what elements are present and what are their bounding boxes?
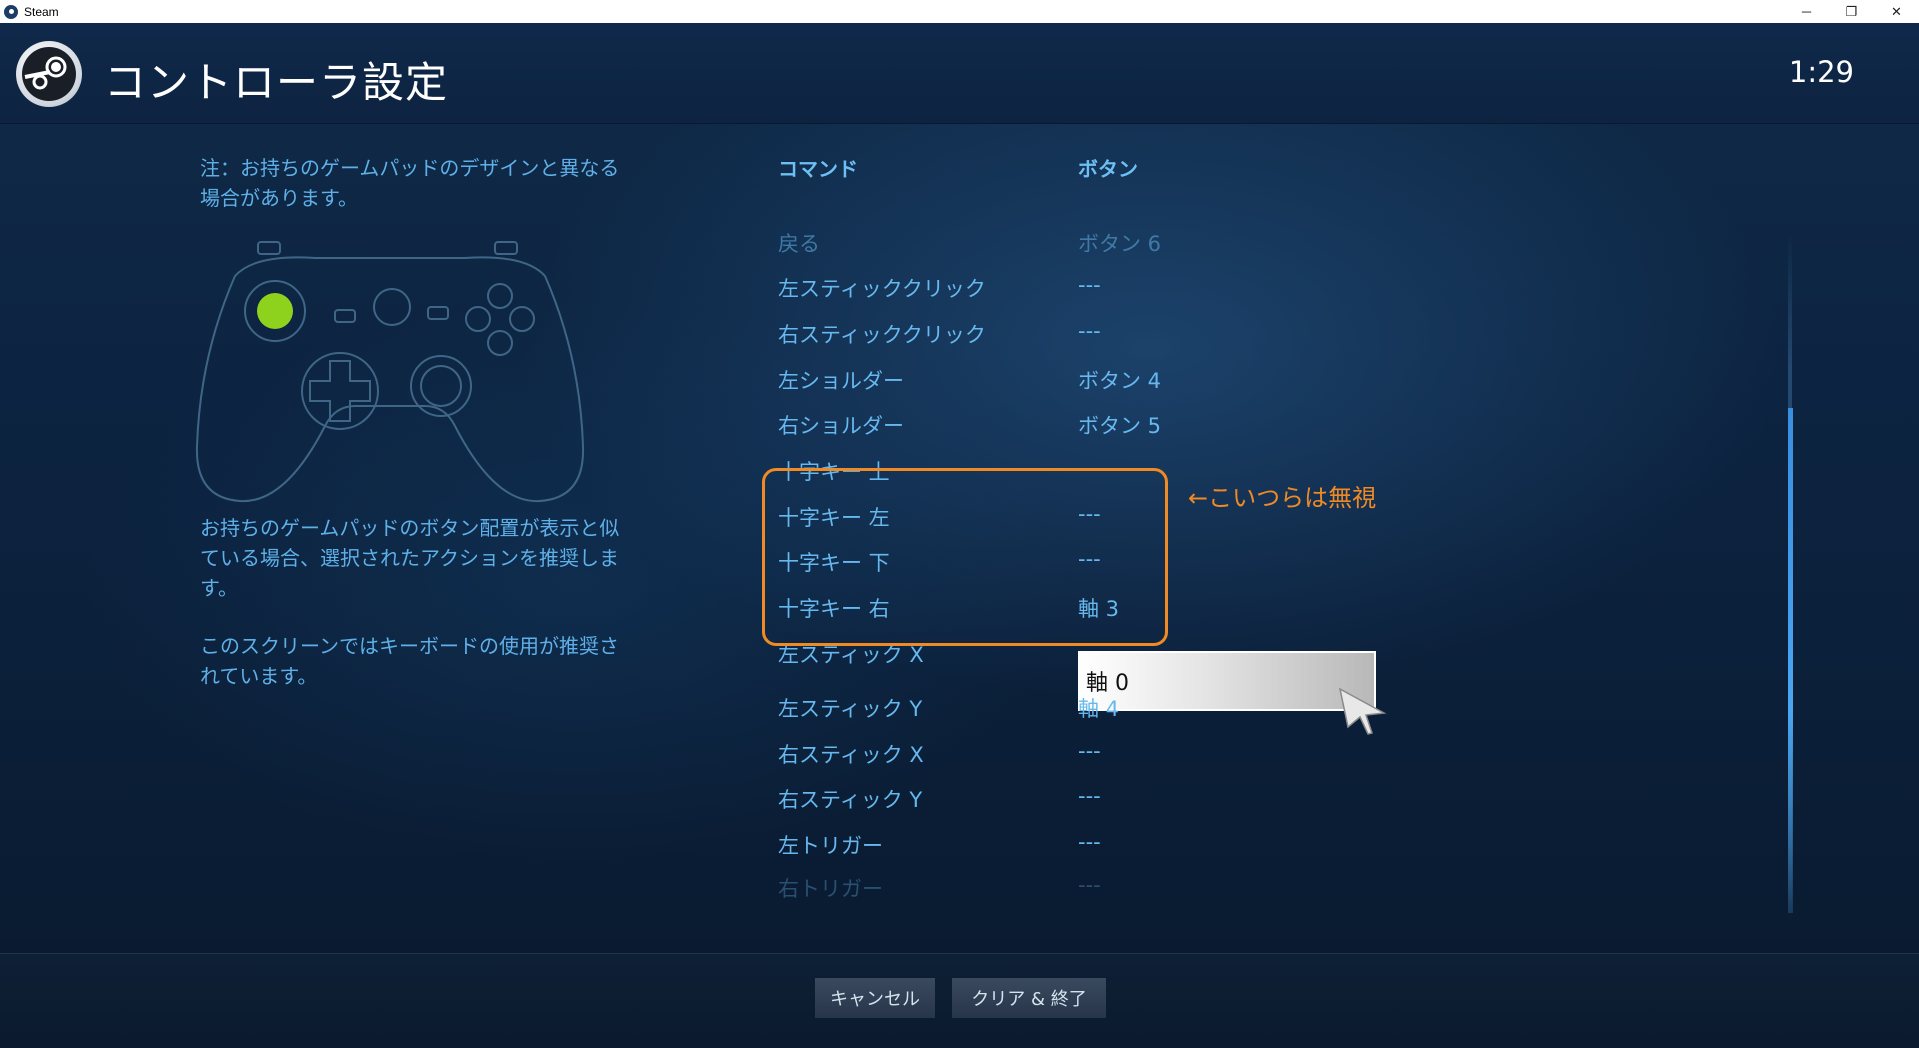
value-left-stick-x-selected[interactable]: 軸 0 [1078,651,1376,711]
window-controls: ─ ❐ ✕ [1784,0,1919,23]
clear-and-exit-button[interactable]: クリア & 終了 [952,978,1106,1018]
command-right-trigger[interactable]: 右トリガー [778,873,883,903]
command-left-shoulder[interactable]: 左ショルダー [778,365,904,395]
command-right-shoulder[interactable]: 右ショルダー [778,410,904,440]
value-left-trigger[interactable]: --- [1078,830,1101,854]
command-left-stick-y[interactable]: 左スティック Y [778,693,922,723]
clock: 1:29 [1788,55,1854,89]
value-right-shoulder[interactable]: ボタン 5 [1078,410,1161,440]
steam-small-icon [4,4,18,19]
value-right-stick-y[interactable]: --- [1078,784,1101,808]
annotation-highlight-box [762,468,1168,646]
command-right-stick-y[interactable]: 右スティック Y [778,784,922,814]
gamepad-icon [195,241,585,503]
value-right-trigger[interactable]: --- [1078,873,1101,897]
command-left-trigger[interactable]: 左トリガー [778,830,883,860]
command-back[interactable]: 戻る [778,228,820,258]
command-right-stick-click[interactable]: 右スティッククリック [778,319,986,349]
scrollbar-thumb[interactable] [1788,408,1793,913]
mouse-cursor-icon [1338,687,1387,735]
value-left-stick-click[interactable]: --- [1078,273,1101,297]
steam-logo-icon [16,41,82,107]
value-left-shoulder[interactable]: ボタン 4 [1078,365,1161,395]
page-title: コントローラ設定 [104,58,449,107]
value-left-stick-y[interactable]: 軸 4 [1078,693,1119,723]
header-bar: コントローラ設定 1:29 [0,23,1919,124]
window-titlebar: Steam ─ ❐ ✕ [0,0,1919,23]
value-right-stick-click[interactable]: --- [1078,319,1101,343]
column-header-command: コマンド [778,157,858,181]
command-right-stick-x[interactable]: 右スティック X [778,739,924,769]
window-title: Steam [24,4,59,19]
design-note: 注：お持ちのゲームパッドのデザインと異なる場合があります。 [200,156,620,210]
column-header-button: ボタン [1078,157,1138,181]
close-button[interactable]: ✕ [1874,0,1919,23]
keyboard-recommendation: このスクリーンではキーボードの使用が推奨されています。 [200,634,619,688]
value-back[interactable]: ボタン 6 [1078,228,1161,258]
command-left-stick-click[interactable]: 左スティッククリック [778,273,986,303]
layout-description: お持ちのゲームパッドのボタン配置が表示と似ている場合、選択されたアクションを推奨… [200,516,620,600]
restore-button[interactable]: ❐ [1829,0,1874,23]
main-panel: コントローラ設定 1:29 注：お持ちのゲームパッドのデザインと異なる場合があり… [0,23,1919,953]
cancel-button[interactable]: キャンセル [815,978,935,1018]
annotation-text: ←こいつらは無視 [1188,484,1377,512]
value-right-stick-x[interactable]: --- [1078,739,1101,763]
minimize-button[interactable]: ─ [1784,0,1829,23]
